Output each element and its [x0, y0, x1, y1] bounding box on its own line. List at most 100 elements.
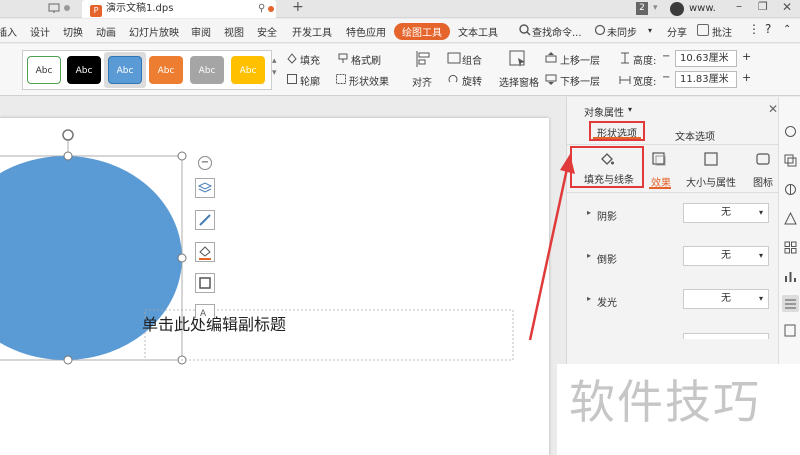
menu-security[interactable]: 安全: [257, 24, 277, 39]
shape-style-button[interactable]: Abc: [27, 56, 61, 84]
menu-slideshow[interactable]: 幻灯片放映: [129, 24, 179, 39]
chart-tool-icon[interactable]: [784, 270, 797, 283]
shape-effect-button[interactable]: 形状效果: [349, 73, 389, 88]
send-backward-button[interactable]: 下移一层: [560, 73, 600, 88]
shape-tool-icon[interactable]: [784, 125, 797, 138]
tab-shape-options[interactable]: 形状选项: [589, 121, 645, 141]
width-decrement-button[interactable]: −: [662, 72, 670, 83]
window-count-badge[interactable]: 2: [636, 2, 648, 15]
align-button[interactable]: 对齐: [412, 74, 432, 89]
username: www.: [689, 3, 716, 14]
reflection-expand-icon[interactable]: ▸: [587, 251, 591, 260]
selection-pane-button[interactable]: 选择窗格: [499, 74, 539, 89]
rotate-button[interactable]: 旋转: [462, 73, 482, 88]
animation-tool-icon[interactable]: [784, 154, 797, 167]
shape-style-button[interactable]: Abc: [231, 56, 265, 84]
group-button[interactable]: 组合: [462, 52, 482, 67]
height-increment-button[interactable]: +: [742, 50, 751, 63]
menu-insert[interactable]: 插入: [0, 24, 17, 39]
close-icon[interactable]: ✕: [782, 0, 792, 14]
picture-icon: [755, 151, 771, 167]
reflection-select[interactable]: 无 ▾: [683, 246, 769, 266]
width-input[interactable]: 11.83厘米: [675, 71, 737, 88]
outline-button[interactable]: 轮廓: [300, 73, 320, 88]
ribbon: ▴ ▾ 填充 格式刷 轮廓 形状效果 对齐 组合 旋转 选择窗格 上移一层 下移…: [0, 44, 800, 96]
subtab-size-and-properties[interactable]: 大小与属性: [686, 174, 736, 189]
outline-icon: [286, 73, 298, 85]
shadow-label: 阴影: [597, 212, 617, 223]
reflection-value: 无: [721, 250, 731, 261]
menu-text-tools[interactable]: 文本工具: [458, 24, 498, 39]
tab-text-options[interactable]: 文本选项: [675, 128, 715, 143]
collapse-tools-icon[interactable]: −: [198, 156, 212, 170]
glow-select[interactable]: 无 ▾: [683, 289, 769, 309]
menu-developer[interactable]: 开发工具: [292, 24, 332, 39]
reflection-row: ▸ 倒影 无 ▾: [567, 246, 779, 270]
shape-style-button[interactable]: Abc: [67, 56, 101, 84]
shape-effect-icon: [335, 73, 347, 85]
share-button[interactable]: 分享: [667, 24, 687, 39]
menu-transition[interactable]: 切换: [63, 24, 83, 39]
reflection-dropdown-icon: ▾: [758, 251, 763, 260]
width-increment-button[interactable]: +: [742, 71, 751, 84]
transition-tool-icon[interactable]: [784, 183, 797, 196]
minimize-icon[interactable]: –: [736, 0, 742, 13]
annotation-arrow-layer: [528, 154, 575, 341]
fill-bucket-icon[interactable]: [195, 242, 215, 262]
properties-tool-icon[interactable]: [782, 295, 799, 312]
monitor-icon[interactable]: [48, 3, 60, 14]
menu-design[interactable]: 设计: [30, 24, 50, 39]
slide-drawing: [0, 129, 514, 365]
subtab-fill-and-line[interactable]: 填充与线条: [570, 146, 644, 188]
sync-dropdown-icon[interactable]: ▾: [648, 26, 652, 35]
grid-tool-icon[interactable]: [784, 241, 797, 254]
avatar[interactable]: [670, 2, 684, 16]
pen-icon[interactable]: [195, 210, 215, 230]
window-menu-icon[interactable]: ▾: [653, 3, 658, 13]
document-tab[interactable]: P 演示文稿1.dps ⚲: [82, 0, 276, 18]
panel-close-icon[interactable]: ✕: [768, 102, 778, 116]
bring-forward-button[interactable]: 上移一层: [560, 52, 600, 67]
search-command[interactable]: 查找命令...: [532, 24, 582, 39]
backup-tool-icon[interactable]: [784, 324, 797, 337]
send-backward-icon: [545, 73, 557, 85]
comment-button[interactable]: 批注: [712, 24, 732, 39]
menu-features[interactable]: 特色应用: [346, 24, 386, 39]
glow-label: 发光: [597, 298, 617, 309]
triangle-tool-icon[interactable]: [784, 212, 797, 225]
menu-view[interactable]: 视图: [224, 24, 244, 39]
collapse-ribbon-icon[interactable]: ⌃: [783, 24, 791, 35]
shape-style-button[interactable]: Abc: [190, 56, 224, 84]
next-option-select[interactable]: [683, 333, 769, 339]
format-brush-button[interactable]: 格式刷: [351, 52, 381, 67]
glow-expand-icon[interactable]: ▸: [587, 294, 591, 303]
subtab-divider: [567, 192, 779, 193]
slide-canvas[interactable]: 单击此处编辑副标题 − A: [0, 118, 549, 455]
panel-title-dropdown-icon[interactable]: ▾: [628, 105, 632, 114]
layers-icon[interactable]: [195, 178, 215, 198]
height-input[interactable]: 10.63厘米: [675, 50, 737, 67]
menu-animation[interactable]: 动画: [96, 24, 116, 39]
menu-review[interactable]: 审阅: [191, 24, 211, 39]
help-icon[interactable]: ?: [765, 22, 771, 36]
more-icon[interactable]: ⋮: [748, 22, 760, 36]
fill-button[interactable]: 填充: [300, 52, 320, 67]
pin-icon[interactable]: ⚲: [258, 0, 265, 18]
sync-status[interactable]: 未同步: [607, 24, 637, 39]
shadow-expand-icon[interactable]: ▸: [587, 208, 591, 217]
shape-style-button[interactable]: Abc: [149, 56, 183, 84]
outline-style-icon[interactable]: [195, 273, 215, 293]
restore-icon[interactable]: ❐: [758, 0, 768, 13]
text-box-icon[interactable]: A: [195, 304, 215, 319]
panel-title: 对象属性: [584, 108, 624, 119]
height-decrement-button[interactable]: −: [662, 51, 670, 62]
fill-line-icon: [599, 151, 615, 167]
shadow-select[interactable]: 无 ▾: [683, 203, 769, 223]
height-label: 高度:: [633, 56, 657, 67]
new-tab-icon[interactable]: +: [292, 0, 304, 15]
gallery-up-icon[interactable]: ▴: [272, 56, 277, 66]
menu-drawing-tools[interactable]: 绘图工具: [394, 23, 450, 40]
shape-style-button[interactable]: Abc: [108, 56, 142, 84]
gallery-expand-icon[interactable]: ▾: [272, 68, 277, 78]
subtab-picture[interactable]: 图标: [753, 174, 773, 189]
